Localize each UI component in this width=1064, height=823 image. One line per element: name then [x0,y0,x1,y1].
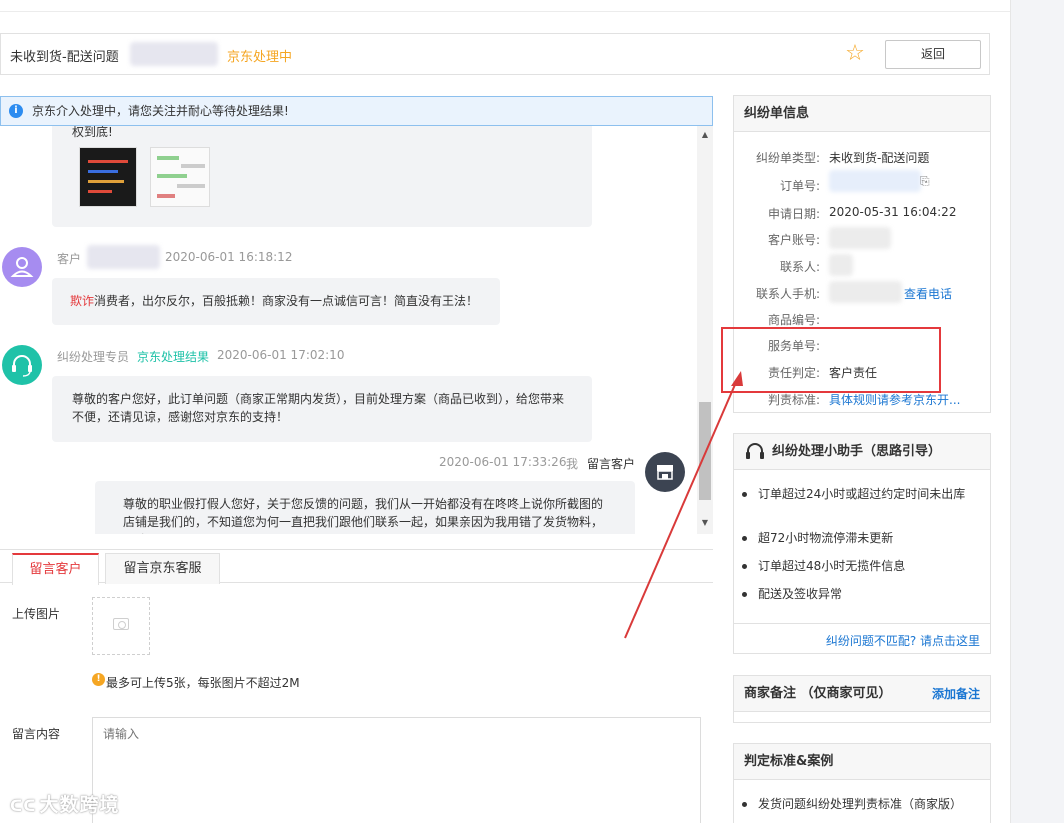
scroll-up-icon[interactable]: ▲ [700,130,710,139]
camera-icon [113,618,129,630]
chat-text: 消费者，出尔反尔，百般抵赖！商家没有一点诚信可言！简直没有王法！ [94,294,479,308]
view-phone-link[interactable]: 查看电话 [904,285,952,302]
field-label: 判责标准: [767,393,820,407]
back-button[interactable]: 返回 [885,40,981,69]
upload-label: 上传图片 [12,607,61,621]
scroll-thumb[interactable] [699,402,711,500]
watermark-icon: ᑕᑕ [10,797,37,815]
chat-image-thumbnail[interactable] [150,147,210,207]
standard-doc-link[interactable]: 发货问题纠纷处理判责标准（商家版） [742,795,977,813]
panel-title: 纠纷处理小助手（思路引导） [734,434,990,470]
chat-bubble: 尊敬的客户您好，此订单问题（商家正常期内发货），目前处理方案（商品已收到），给您… [52,376,592,442]
star-icon[interactable]: ☆ [842,42,868,66]
guide-item: 超72小时物流停滞未更新 [742,529,977,547]
store-icon [657,465,673,480]
info-notice: i 京东介入处理中，请您关注并耐心等待处理结果! [0,96,713,126]
assistant-title: 纠纷处理小助手（思路引导） [772,444,942,459]
dispute-type: 未收到货-配送问题 [829,151,930,165]
watermark-text: 大数跨境 [39,794,120,816]
reply-tabs: 留言客户 留言京东客服 [0,549,713,585]
field-label: 联系人手机: [755,287,820,301]
result-tag: 京东处理结果 [137,350,210,364]
upload-hint: 最多可上传5张，每张图片不超过2M [106,676,300,690]
tab-reply-customer[interactable]: 留言客户 [12,553,99,585]
chat-scrollbar[interactable]: ▲ ▼ [697,126,713,534]
notice-text: 京东介入处理中，请您关注并耐心等待处理结果! [32,104,289,118]
guide-item: 订单超过48小时无揽件信息 [742,557,977,575]
standard-link[interactable]: 具体规则请参考京东开... [829,391,960,408]
headset-icon [12,355,32,377]
panel-title: 商家备注 （仅商家可见） 添加备注 [734,676,990,712]
sender-me: 我 [566,457,579,471]
top-strip [0,0,1010,12]
chat-text: 尊敬的职业假打假人您好，关于您反馈的问题，我们从一开始都没有在咚咚上说你所截图的… [123,497,604,534]
chat-image-thumbnail[interactable] [79,147,137,207]
field-label: 申请日期: [767,207,820,221]
chat-bubble: 欺诈消费者，出尔反尔，百般抵赖！商家没有一点诚信可言！简直没有王法！ [52,278,500,325]
guide-item: 订单超过24小时或超过约定时间未出库 [742,485,977,503]
sender-role: 客户 [57,252,82,266]
content-label: 留言内容 [12,727,61,741]
highlight-box [721,327,941,393]
redacted-order-id [130,42,218,66]
warning-icon: ! [92,673,105,686]
field-label: 订单号: [779,179,820,193]
field-label: 联系人: [779,260,820,274]
upload-image-button[interactable] [92,597,150,655]
message-input[interactable] [92,717,701,823]
panel-title: 纠纷单信息 [734,96,990,132]
standards-panel: 判定标准&案例 发货问题纠纷处理判责标准（商家版） [733,743,991,823]
field-label: 纠纷单类型: [755,151,820,165]
highlight-word: 欺诈 [70,294,95,308]
chat-history: 权到底! 客户 2020-06-01 16:18:12 欺诈消费者，出尔反尔，百… [0,126,713,534]
tab-reply-jd-service[interactable]: 留言京东客服 [105,553,220,584]
chat-bubble: 权到底! [52,126,592,227]
apply-date: 2020-05-31 16:04:22 [829,205,957,219]
copy-icon[interactable]: ⎘ [920,174,930,189]
user-icon [10,257,34,277]
customer-avatar [2,247,42,287]
status-label: 京东处理中 [227,50,293,65]
panel-title: 判定标准&案例 [734,744,990,780]
guide-item: 配送及签收异常 [742,585,977,603]
watermark-logo: ᑕᑕ 大数跨境 [10,790,119,817]
mismatch-link[interactable]: 纠纷问题不匹配? 请点击这里 [826,632,980,649]
message-time: 2020-06-01 16:18:12 [165,250,293,264]
headset-icon [746,443,764,459]
dispute-header: 未收到货-配送问题 京东处理中 ☆ 返回 [0,33,990,75]
chat-text: 权到底! [72,126,113,139]
redacted-customer-name [87,245,160,269]
page-gutter [1010,0,1064,823]
service-avatar [2,345,42,385]
info-icon: i [9,104,23,118]
field-label: 客户账号: [767,233,820,247]
redacted-account [829,227,891,249]
merchant-note-panel: 商家备注 （仅商家可见） 添加备注 [733,675,991,723]
redacted-contact [829,254,853,276]
message-target: 留言客户 [587,457,636,471]
chat-bubble: 尊敬的职业假打假人您好，关于您反馈的问题，我们从一开始都没有在咚咚上说你所截图的… [95,481,635,534]
chat-text: 尊敬的客户您好，此订单问题（商家正常期内发货），目前处理方案（商品已收到），给您… [72,392,565,424]
redacted-order-number [829,170,921,192]
redacted-phone [829,281,902,303]
field-label: 商品编号: [767,313,820,327]
scroll-down-icon[interactable]: ▼ [700,518,710,527]
dispute-title: 未收到货-配送问题 [10,50,119,65]
sender-role: 纠纷处理专员 [57,350,130,364]
merchant-avatar [645,452,685,492]
add-note-link[interactable]: 添加备注 [932,676,980,712]
merchant-note-title: 商家备注 （仅商家可见） [744,686,892,701]
message-time: 2020-06-01 17:02:10 [217,348,345,362]
message-time: 2020-06-01 17:33:26 [439,455,567,469]
divider [734,623,990,624]
assistant-panel: 纠纷处理小助手（思路引导） 订单超过24小时或超过约定时间未出库 超72小时物流… [733,433,991,654]
